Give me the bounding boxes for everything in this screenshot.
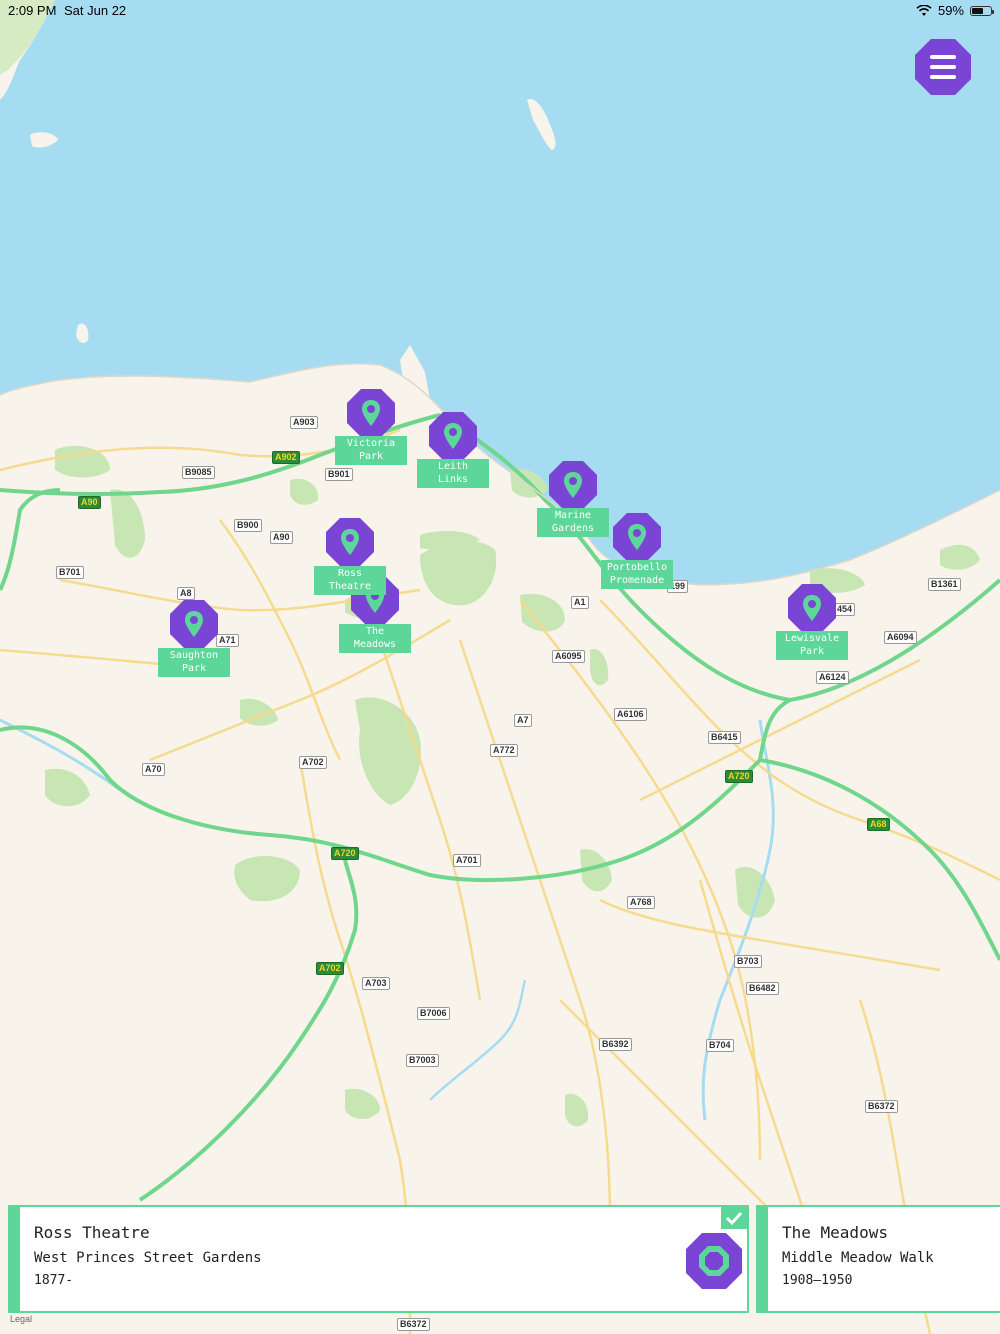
card-years: 1877- [34,1273,74,1288]
road-label: B6372 [397,1318,430,1331]
location-pin-icon[interactable] [326,518,374,566]
road-label: A902 [272,451,300,464]
road-label: A6124 [816,671,849,684]
road-label: A7 [514,714,532,727]
road-label: B6372 [865,1100,898,1113]
marker-label-leith-links[interactable]: Leith Links [417,459,489,488]
status-bar: 2:09 PM Sat Jun 22 59% [0,0,1000,22]
marker-label-marine-gardens[interactable]: Marine Gardens [537,508,609,537]
road-label: A903 [290,416,318,429]
card-subtitle: Middle Meadow Walk [782,1250,934,1266]
marker-label-the-meadows[interactable]: The Meadows [339,624,411,653]
road-label: A6094 [884,631,917,644]
road-label: B7006 [417,1007,450,1020]
road-label: B6482 [746,982,779,995]
road-label: A768 [627,896,655,909]
marker-label-victoria-park[interactable]: Victoria Park [335,436,407,465]
road-label: B6415 [708,731,741,744]
battery-percent: 59% [937,3,964,18]
road-label: B901 [325,468,353,481]
road-label: A702 [299,756,327,769]
road-label: B6392 [599,1038,632,1051]
road-label: A703 [362,977,390,990]
location-pin-icon[interactable] [170,600,218,648]
card-years: 1908–1950 [782,1273,853,1288]
octagon-badge-icon[interactable] [686,1233,742,1289]
road-label: A90 [270,531,293,544]
marker-label-portobello-promenade[interactable]: Portobello Promenade [601,560,673,589]
road-label: B7003 [406,1054,439,1067]
status-time: 2:09 PM [8,3,57,18]
location-pin-icon[interactable] [549,461,597,509]
map-view[interactable] [0,0,1000,1334]
menu-button[interactable] [915,39,971,95]
location-pin-icon[interactable] [347,389,395,437]
card-title: The Meadows [782,1223,888,1242]
road-label: A70 [142,763,165,776]
road-label: A772 [490,744,518,757]
road-label: A720 [331,847,359,860]
road-label: A68 [867,818,890,831]
wifi-icon [916,4,932,16]
road-label: A6095 [552,650,585,663]
location-pin-icon[interactable] [429,412,477,460]
road-label: A8 [177,587,195,600]
road-label: A71 [216,634,239,647]
road-label: A701 [453,854,481,867]
card-subtitle: West Princes Street Gardens [34,1250,262,1266]
marker-label-ross-theatre[interactable]: Ross Theatre [314,566,386,595]
battery-icon [970,5,994,16]
road-label: B701 [56,566,84,579]
road-label: A90 [78,496,101,509]
location-card-ross-theatre[interactable]: Ross Theatre West Princes Street Gardens… [8,1205,749,1313]
road-label: A1 [571,596,589,609]
legal-link[interactable]: Legal [10,1314,32,1324]
road-label: B704 [706,1039,734,1052]
marker-label-lewisvale-park[interactable]: Lewisvale Park [776,631,848,660]
road-label: B9085 [182,466,215,479]
location-pin-icon[interactable] [788,584,836,632]
marker-label-saughton-park[interactable]: Saughton Park [158,648,230,677]
road-label: A6106 [614,708,647,721]
road-label: B703 [734,955,762,968]
road-label: B1361 [928,578,961,591]
location-pin-icon[interactable] [613,513,661,561]
card-title: Ross Theatre [34,1223,150,1242]
road-label: B900 [234,519,262,532]
road-label: A702 [316,962,344,975]
location-card-the-meadows[interactable]: The Meadows Middle Meadow Walk 1908–1950 [756,1205,1000,1313]
status-date: Sat Jun 22 [64,3,127,18]
road-label: 454 [834,603,856,616]
checkmark-icon [721,1207,747,1229]
road-label: A720 [725,770,753,783]
